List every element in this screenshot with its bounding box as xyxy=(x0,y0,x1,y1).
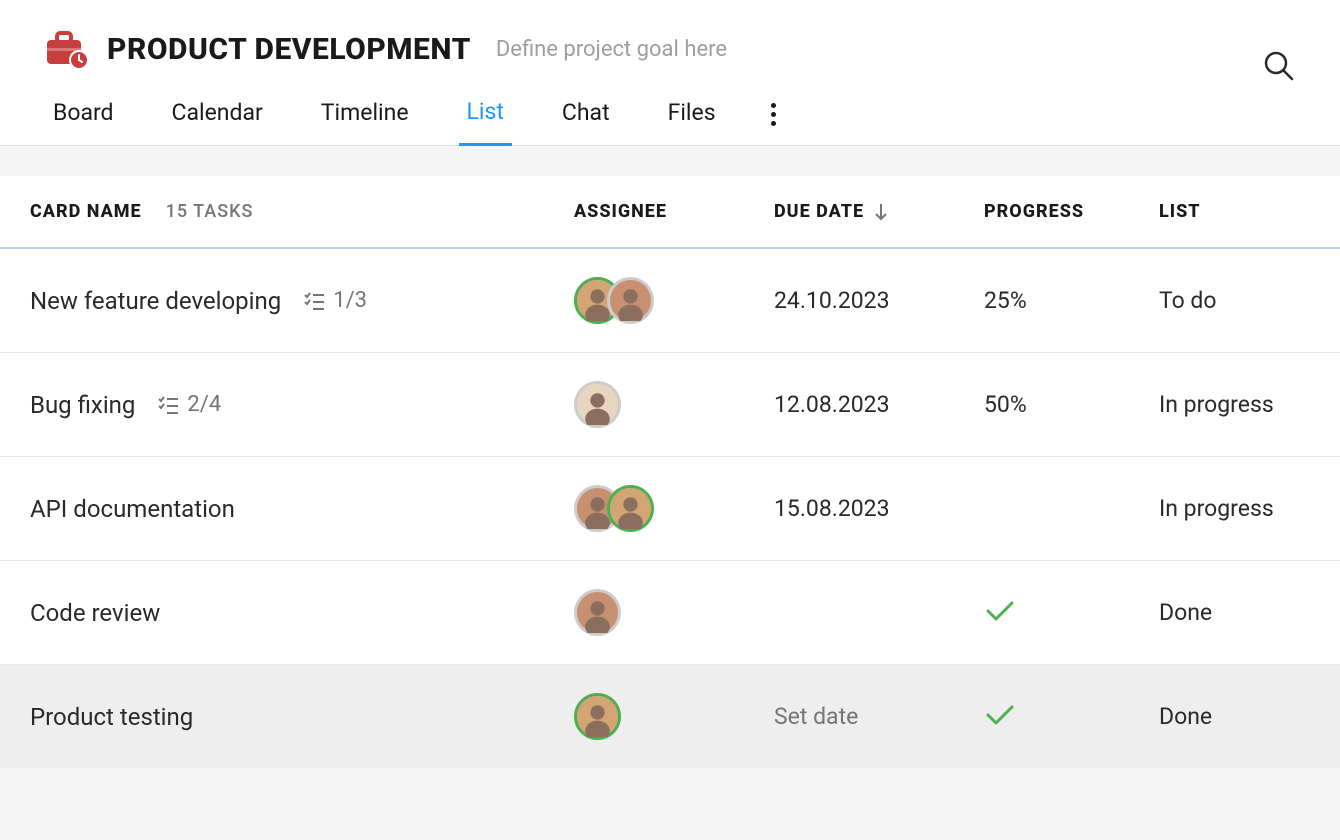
assignee-avatars[interactable] xyxy=(574,589,774,636)
project-title[interactable]: PRODUCT DEVELOPMENT xyxy=(107,32,471,67)
subtask-count[interactable]: 1/3 xyxy=(303,288,367,313)
avatar[interactable] xyxy=(574,589,621,636)
checklist-icon xyxy=(303,290,325,312)
col-header-list[interactable]: LIST xyxy=(1159,201,1326,222)
progress-cell: 50% xyxy=(984,391,1027,418)
tab-calendar[interactable]: Calendar xyxy=(164,84,271,144)
checklist-icon xyxy=(157,394,179,416)
list-status-cell[interactable]: In progress xyxy=(1159,495,1274,522)
done-check-icon xyxy=(984,712,1016,731)
due-date-cell[interactable]: 15.08.2023 xyxy=(774,495,890,522)
tab-chat[interactable]: Chat xyxy=(554,84,618,144)
search-button[interactable] xyxy=(1263,50,1295,86)
view-tabs: Board Calendar Timeline List Chat Files xyxy=(0,83,1340,146)
col-header-due-date[interactable]: DUE DATE xyxy=(774,201,984,222)
assignee-avatars[interactable] xyxy=(574,381,774,428)
avatar[interactable] xyxy=(574,693,621,740)
list-status-cell[interactable]: Done xyxy=(1159,703,1212,730)
task-name: Product testing xyxy=(30,703,193,731)
progress-cell: 25% xyxy=(984,287,1027,314)
col-header-progress[interactable]: PROGRESS xyxy=(984,201,1159,222)
col-header-card-name[interactable]: CARD NAME xyxy=(30,201,142,222)
tab-files[interactable]: Files xyxy=(660,84,724,144)
table-row[interactable]: New feature developing 1/3 24.10.2023 25%… xyxy=(0,249,1340,353)
table-row[interactable]: API documentation 15.08.2023 In progress xyxy=(0,457,1340,561)
subtask-count[interactable]: 2/4 xyxy=(157,392,221,417)
table-row[interactable]: Bug fixing 2/4 12.08.2023 50% In progress xyxy=(0,353,1340,457)
table-row[interactable]: Product testing Set date Done xyxy=(0,665,1340,768)
task-name: New feature developing xyxy=(30,287,281,315)
tab-list[interactable]: List xyxy=(459,83,512,146)
tasks-count: 15 TASKS xyxy=(166,201,254,222)
briefcase-icon xyxy=(45,30,89,68)
list-status-cell[interactable]: Done xyxy=(1159,599,1212,626)
task-name: Code review xyxy=(30,599,160,627)
table-header-row: CARD NAME 15 TASKS ASSIGNEE DUE DATE PRO… xyxy=(0,176,1340,249)
due-date-header-text: DUE DATE xyxy=(774,201,864,222)
list-status-cell[interactable]: In progress xyxy=(1159,391,1274,418)
assignee-avatars[interactable] xyxy=(574,277,774,324)
col-header-assignee[interactable]: ASSIGNEE xyxy=(574,201,774,222)
avatar[interactable] xyxy=(574,381,621,428)
assignee-avatars[interactable] xyxy=(574,485,774,532)
avatar[interactable] xyxy=(607,485,654,532)
table-row[interactable]: Code review Done xyxy=(0,561,1340,665)
project-header: PRODUCT DEVELOPMENT Define project goal … xyxy=(0,0,1340,83)
search-icon xyxy=(1263,50,1295,82)
due-date-cell[interactable]: Set date xyxy=(774,703,858,730)
avatar[interactable] xyxy=(607,277,654,324)
list-status-cell[interactable]: To do xyxy=(1159,287,1217,314)
tab-board[interactable]: Board xyxy=(45,84,122,144)
tab-timeline[interactable]: Timeline xyxy=(313,84,417,144)
due-date-cell[interactable]: 12.08.2023 xyxy=(774,391,890,418)
assignee-avatars[interactable] xyxy=(574,693,774,740)
task-table: CARD NAME 15 TASKS ASSIGNEE DUE DATE PRO… xyxy=(0,176,1340,768)
done-check-icon xyxy=(984,608,1016,627)
task-name: Bug fixing xyxy=(30,391,135,419)
sort-down-icon xyxy=(874,202,888,222)
more-menu-button[interactable] xyxy=(766,93,781,136)
project-subtitle[interactable]: Define project goal here xyxy=(496,37,727,62)
task-name: API documentation xyxy=(30,495,235,523)
due-date-cell[interactable]: 24.10.2023 xyxy=(774,287,890,314)
